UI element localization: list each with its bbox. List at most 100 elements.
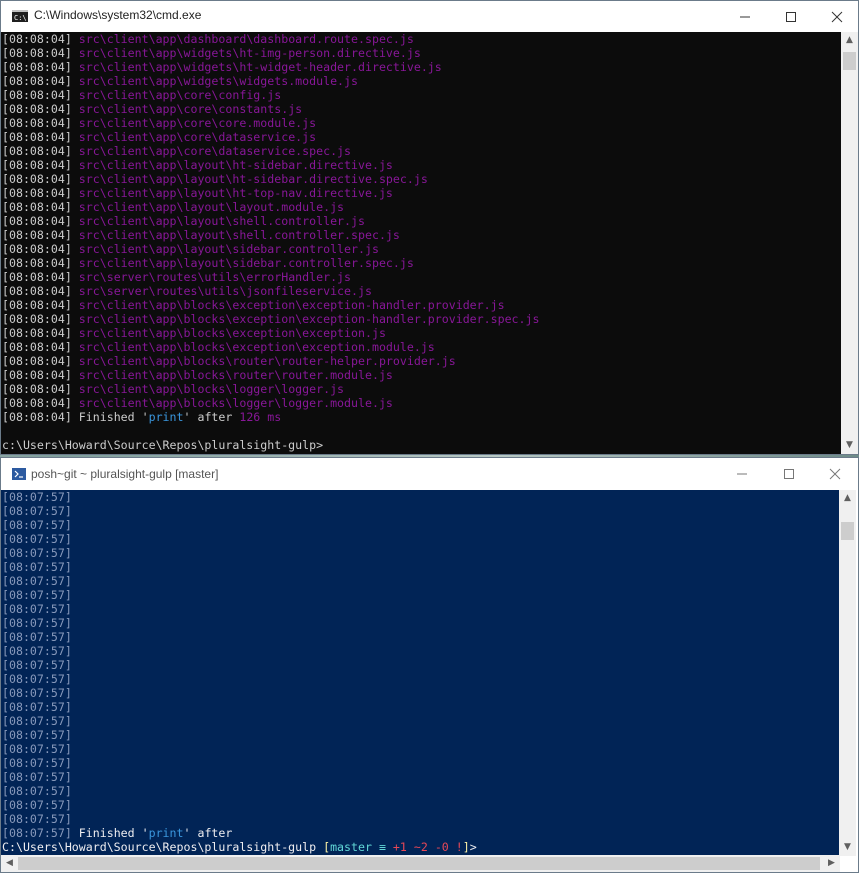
minimize-button[interactable]: [719, 458, 765, 489]
log-line: [08:08:04] src\server\routes\utils\jsonf…: [1, 284, 842, 298]
log-line: [08:07:57]: [1, 728, 839, 742]
file-path: src\client\app\blocks\router\router.modu…: [78, 368, 393, 382]
timestamp: [08:08:04]: [2, 354, 72, 368]
close-icon: [829, 468, 841, 480]
finished-line: [08:08:04] Finished 'print' after 126 ms: [1, 410, 842, 424]
maximize-icon: [784, 469, 794, 479]
timestamp: [08:08:04]: [2, 340, 72, 354]
timestamp: [08:07:57]: [2, 588, 72, 602]
cmd-app-icon: C:\: [12, 10, 28, 22]
maximize-button[interactable]: [768, 1, 814, 32]
scroll-right-icon[interactable]: ▶: [823, 855, 840, 872]
posh-scroll-thumb[interactable]: [841, 522, 854, 540]
timestamp: [08:07:57]: [2, 616, 72, 630]
log-line: [08:08:04] src\client\app\widgets\widget…: [1, 74, 842, 88]
timestamp: [08:08:04]: [2, 130, 72, 144]
timestamp: [08:08:04]: [2, 410, 72, 424]
posh-vertical-scrollbar[interactable]: ▲ ▼: [839, 490, 856, 856]
git-modified: ~2: [406, 840, 428, 854]
minimize-icon: [737, 473, 747, 475]
cmd-window[interactable]: C:\ C:\Windows\system32\cmd.exe [08:08:0…: [0, 0, 859, 455]
scroll-up-icon[interactable]: ▲: [839, 490, 856, 507]
posh-git-window[interactable]: posh~git ~ pluralsight-gulp [master] [08…: [0, 457, 859, 873]
git-conflict: !: [448, 840, 463, 854]
log-line: [08:08:04] src\client\app\blocks\excepti…: [1, 312, 842, 326]
log-line: [08:07:57]: [1, 812, 839, 826]
log-line: [08:07:57]: [1, 784, 839, 798]
log-line: [08:08:04] src\client\app\blocks\excepti…: [1, 340, 842, 354]
log-line: [08:08:04] src\client\app\blocks\excepti…: [1, 326, 842, 340]
log-line: [08:07:57]: [1, 602, 839, 616]
timestamp: [08:08:04]: [2, 298, 72, 312]
timestamp: [08:08:04]: [2, 256, 72, 270]
maximize-button[interactable]: [766, 458, 812, 489]
timestamp: [08:07:57]: [2, 602, 72, 616]
posh-console-output[interactable]: [08:07:57] [08:07:57] [08:07:57] [08:07:57]…: [1, 490, 839, 856]
minimize-button[interactable]: [722, 1, 768, 32]
timestamp: [08:08:04]: [2, 88, 72, 102]
cmd-titlebar[interactable]: C:\ C:\Windows\system32\cmd.exe: [1, 1, 858, 32]
posh-hscroll-thumb[interactable]: [18, 857, 820, 870]
timestamp: [08:07:57]: [2, 812, 72, 826]
file-path: src\client\app\layout\layout.module.js: [78, 200, 345, 214]
log-line: [08:08:04] src\client\app\layout\sidebar…: [1, 256, 842, 270]
timestamp: [08:07:57]: [2, 826, 72, 840]
file-path: src\client\app\layout\shell.controller.j…: [78, 214, 365, 228]
log-line: [08:07:57]: [1, 504, 839, 518]
task-name: print: [148, 826, 184, 840]
cmd-vertical-scrollbar[interactable]: ▲ ▼: [841, 32, 858, 454]
log-line: [08:08:04] src\client\app\core\constants…: [1, 102, 842, 116]
scroll-down-icon[interactable]: ▼: [841, 437, 858, 454]
file-path: src\client\app\blocks\exception\exceptio…: [78, 326, 386, 340]
close-icon: [831, 11, 843, 23]
log-line: [08:07:57]: [1, 546, 839, 560]
timestamp: [08:07:57]: [2, 504, 72, 518]
prompt-gt: >: [469, 840, 477, 854]
posh-titlebar[interactable]: posh~git ~ pluralsight-gulp [master]: [1, 458, 858, 490]
log-line: [08:07:57]: [1, 616, 839, 630]
timestamp: [08:07:57]: [2, 574, 72, 588]
close-button[interactable]: [812, 458, 858, 489]
powershell-app-icon: [12, 468, 26, 480]
log-line: [08:08:04] src\client\app\dashboard\dash…: [1, 32, 842, 46]
log-line: [08:08:04] src\client\app\blocks\logger\…: [1, 382, 842, 396]
cmd-console-output[interactable]: [08:08:04] src\client\app\dashboard\dash…: [1, 32, 842, 454]
file-path: src\client\app\blocks\exception\exceptio…: [78, 298, 505, 312]
git-added: +1: [385, 840, 407, 854]
task-name: print: [148, 410, 184, 424]
close-button[interactable]: [814, 1, 859, 32]
file-path: src\client\app\blocks\exception\exceptio…: [78, 340, 435, 354]
minimize-icon: [740, 16, 750, 18]
timestamp: [08:08:04]: [2, 368, 72, 382]
log-line: [08:08:04] src\server\routes\utils\error…: [1, 270, 842, 284]
scroll-up-icon[interactable]: ▲: [841, 32, 858, 49]
timestamp: [08:07:57]: [2, 700, 72, 714]
file-path: src\server\routes\utils\errorHandler.js: [78, 270, 352, 284]
timestamp: [08:07:57]: [2, 546, 72, 560]
scroll-down-icon[interactable]: ▼: [839, 839, 856, 856]
scroll-left-icon[interactable]: ◀: [1, 855, 18, 872]
posh-prompt[interactable]: C:\Users\Howard\Source\Repos\pluralsight…: [1, 840, 839, 854]
log-line: [08:08:04] src\client\app\blocks\excepti…: [1, 298, 842, 312]
timestamp: [08:08:04]: [2, 312, 72, 326]
file-path: src\client\app\widgets\widgets.module.js: [78, 74, 358, 88]
timestamp: [08:08:04]: [2, 284, 72, 298]
log-line: [08:07:57]: [1, 686, 839, 700]
cmd-prompt[interactable]: c:\Users\Howard\Source\Repos\pluralsight…: [1, 438, 842, 452]
timestamp: [08:08:04]: [2, 144, 72, 158]
timestamp: [08:07:57]: [2, 644, 72, 658]
file-path: src\client\app\core\constants.js: [78, 102, 303, 116]
timestamp: [08:07:57]: [2, 728, 72, 742]
timestamp: [08:08:04]: [2, 228, 72, 242]
log-line: [08:07:57]: [1, 490, 839, 504]
log-line: [08:07:57]: [1, 574, 839, 588]
prompt-path: C:\Users\Howard\Source\Repos\pluralsight…: [2, 840, 324, 854]
timestamp: [08:07:57]: [2, 490, 72, 504]
file-path: src\client\app\layout\ht-top-nav.directi…: [78, 186, 393, 200]
timestamp: [08:07:57]: [2, 532, 72, 546]
timestamp: [08:07:57]: [2, 784, 72, 798]
posh-horizontal-scrollbar[interactable]: ◀ ▶: [1, 855, 840, 872]
log-line: [08:07:57]: [1, 756, 839, 770]
finished-line: [08:07:57] Finished 'print' after: [1, 826, 839, 840]
cmd-scroll-thumb[interactable]: [843, 52, 856, 70]
